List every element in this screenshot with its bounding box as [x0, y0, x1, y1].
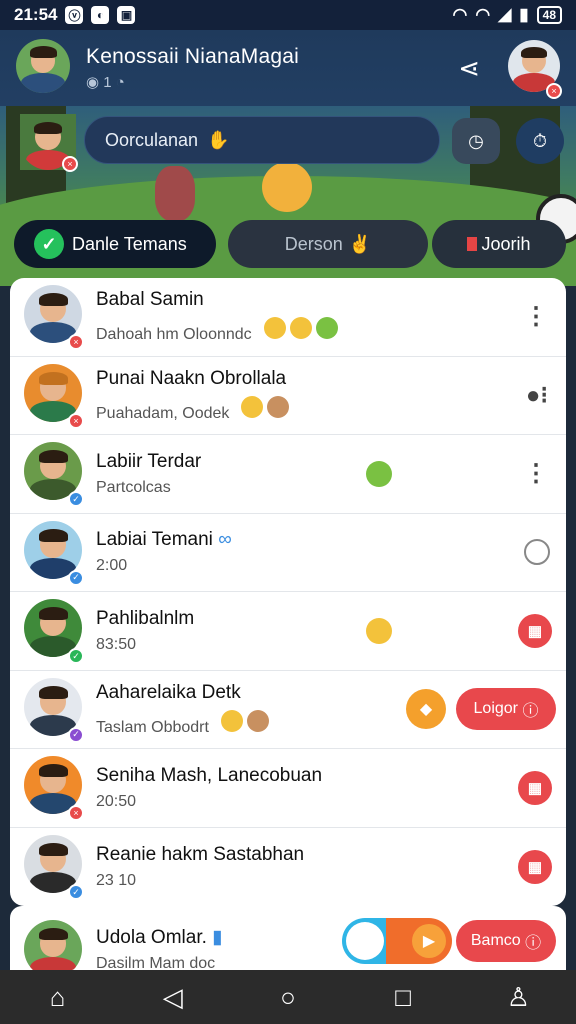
- chat-header: Kenossaii NianaMagai ◉ 1 ◔ ⋖ ×: [0, 30, 576, 106]
- more-options-icon[interactable]: ●⁝: [526, 381, 548, 410]
- contact-message: Partcolcas: [96, 478, 171, 496]
- emoji-icon: [366, 617, 392, 644]
- battery-icon: 48: [536, 6, 562, 24]
- contact-message: 83:50: [96, 635, 137, 653]
- sticker-icon: [366, 460, 392, 487]
- header-avatar-right[interactable]: ×: [508, 39, 562, 99]
- banner-character: [155, 166, 195, 221]
- play-icon: ▶: [412, 924, 446, 958]
- banner-mascot: [262, 162, 312, 212]
- flag-icon: [467, 237, 478, 251]
- calendar-icon[interactable]: ▦: [518, 849, 552, 884]
- notification-icon: ⓥ: [65, 6, 84, 24]
- hand-icon: ✋: [207, 129, 230, 150]
- contact-name: Pahlibalnlm: [96, 607, 195, 629]
- circle-icon[interactable]: ○: [263, 982, 313, 1013]
- wave-icon: ✌: [348, 233, 372, 254]
- tab-joorih[interactable]: Joorih: [432, 220, 566, 268]
- avatar: ✓: [24, 599, 84, 665]
- contact-message: Dahoah hm Oloonndc: [96, 326, 252, 344]
- avatar: ×: [24, 285, 84, 351]
- status-bar: 21:54 ⓥ ◐ ▣ ◠ ◠ ◢ ▮ 48: [0, 0, 576, 30]
- header-subtitle: ◉ 1 ◔: [86, 74, 125, 91]
- link-icon: ∞: [218, 529, 232, 551]
- emoji-icon: [220, 709, 269, 732]
- list-item[interactable]: ✓ Aaharelaika Detk Taslam Obbodrt ◆ Loig…: [10, 671, 566, 749]
- contact-name: Seniha Mash, Lanecobuan: [96, 764, 323, 786]
- calendar-icon[interactable]: ▦: [518, 613, 552, 648]
- list-item[interactable]: ✓ Labiai Temani ∞ 2:00: [10, 514, 566, 592]
- bottle-icon: ▮: [212, 926, 223, 948]
- contact-message: Dasilm Mam doc: [96, 954, 216, 971]
- profile-icon[interactable]: ♙: [493, 982, 543, 1013]
- search-bar[interactable]: ✋: [84, 116, 440, 164]
- list-item[interactable]: × Punai Naakn Obrollala Puahadam, Oodek …: [10, 357, 566, 435]
- clock-button[interactable]: ⏱: [516, 118, 564, 164]
- battery-level: 48: [542, 8, 556, 22]
- profile-avatar[interactable]: [16, 38, 70, 98]
- app-notification-icon: ◐: [91, 6, 110, 24]
- page-title: Kenossaii NianaMagai: [86, 45, 299, 68]
- pinned-contact-card[interactable]: ✓ Udola Omlar. ▮ Dasilm Mam doc ▶ Bamco …: [10, 906, 566, 970]
- avatar: ✓: [24, 520, 84, 586]
- avatar: ✓: [24, 677, 84, 743]
- list-item[interactable]: × Seniha Mash, Lanecobuan 20:50 ▦: [10, 749, 566, 828]
- list-item[interactable]: × Babal Samin Dahoah hm Oloonndc ⋮: [10, 278, 566, 357]
- signal-icon: ◢: [498, 5, 512, 24]
- contact-message: Puahadam, Oodek: [96, 404, 230, 422]
- avatar: ✓: [24, 835, 84, 901]
- action-button[interactable]: Loigor ⓘ: [456, 688, 556, 731]
- status-badge: ×: [546, 82, 562, 99]
- more-options-icon[interactable]: ⋮: [524, 302, 548, 331]
- emoji-icon: [241, 395, 290, 418]
- share-icon[interactable]: ⋖: [458, 53, 480, 84]
- contact-name: Aaharelaika Detk: [96, 681, 241, 703]
- calendar-icon[interactable]: ▦: [518, 770, 552, 805]
- media-toggle[interactable]: ▶: [342, 918, 452, 964]
- emoji-icon: [263, 317, 338, 340]
- contact-name: Labiai Temani ∞: [96, 529, 232, 551]
- action-button[interactable]: Bamco ⓘ: [456, 920, 556, 962]
- contact-message: Taslam Obbodrt: [96, 718, 209, 736]
- search-input[interactable]: [105, 129, 439, 151]
- contact-name: Punai Naakn Obrollala: [96, 367, 287, 389]
- back-icon[interactable]: ◁: [148, 982, 198, 1013]
- tab-bar: ✓ Danle Temans Derson ✌ Joorih: [14, 220, 566, 270]
- navigation-bar: ⌂ ◁ ○ □ ♙: [0, 970, 576, 1024]
- avatar: ×: [24, 363, 84, 429]
- select-radio[interactable]: [524, 539, 550, 566]
- sim-icon: ▮: [519, 5, 529, 24]
- contact-message: 20:50: [96, 792, 137, 810]
- contact-message: 2:00: [96, 557, 128, 575]
- recents-icon[interactable]: □: [378, 982, 428, 1013]
- contact-name: Reanie hakm Sastabhan: [96, 843, 305, 865]
- tab-derson[interactable]: Derson ✌: [228, 220, 428, 268]
- check-icon: ✓: [34, 229, 64, 259]
- user-avatar[interactable]: ×: [20, 114, 78, 172]
- list-item[interactable]: ✓ Pahlibalnlm 83:50 ▦: [10, 592, 566, 671]
- wifi-icon: ◠: [452, 5, 468, 24]
- avatar: ×: [24, 756, 84, 822]
- timer-button[interactable]: ◷: [452, 118, 500, 164]
- list-item[interactable]: ✓ Labiir Terdar Partcolcas ⋮: [10, 435, 566, 514]
- contact-name: Labiir Terdar: [96, 450, 202, 472]
- list-item[interactable]: ✓ Reanie hakm Sastabhan 23 10 ▦: [10, 828, 566, 907]
- wifi-alt-icon: ◠: [475, 5, 491, 24]
- tab-friends[interactable]: ✓ Danle Temans: [14, 220, 216, 268]
- contact-name: Udola Omlar. ▮: [96, 926, 223, 948]
- media-notification-icon: ▣: [117, 6, 136, 24]
- diamond-icon[interactable]: ◆: [406, 689, 446, 730]
- contact-list: × Babal Samin Dahoah hm Oloonndc ⋮ × Pun…: [10, 278, 566, 906]
- more-options-icon[interactable]: ⋮: [524, 459, 548, 488]
- pause-icon: [346, 922, 384, 960]
- status-time: 21:54: [14, 5, 58, 24]
- contact-name: Babal Samin: [96, 289, 204, 311]
- avatar: ✓: [24, 906, 84, 970]
- home-icon[interactable]: ⌂: [33, 982, 83, 1013]
- contact-message: 23 10: [96, 871, 137, 889]
- avatar: ✓: [24, 442, 84, 508]
